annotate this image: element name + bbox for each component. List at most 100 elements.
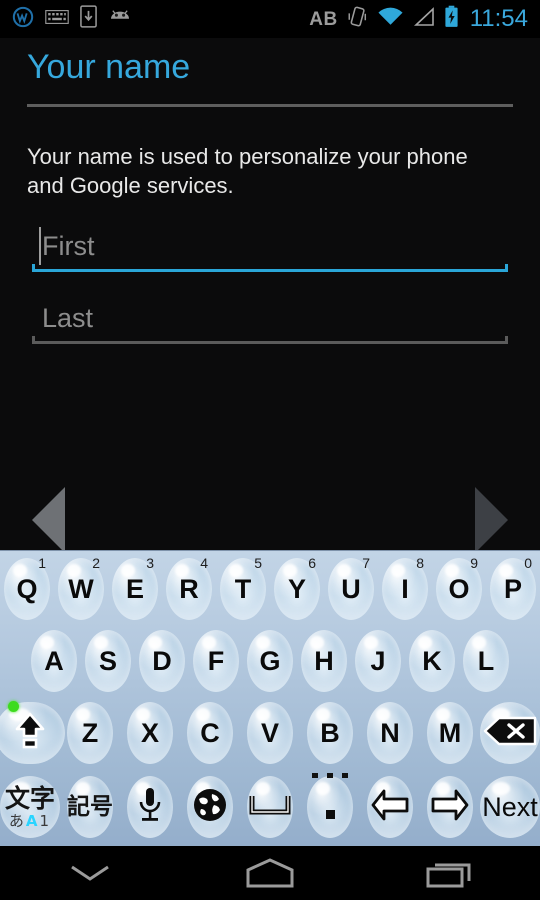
period-glyph xyxy=(325,809,335,819)
key-t[interactable]: 5T xyxy=(216,553,270,625)
wifi-icon xyxy=(377,7,404,32)
wikipedia-w-icon xyxy=(12,6,34,33)
key-label: U xyxy=(341,573,361,604)
key-r[interactable]: 4R xyxy=(162,553,216,625)
key-w[interactable]: 2W xyxy=(54,553,108,625)
keyboard-row-2: A S D F G H J K L xyxy=(0,625,540,697)
vibrate-icon xyxy=(347,6,368,33)
key-z[interactable]: Z xyxy=(60,697,120,769)
key-hint: 5 xyxy=(254,555,262,571)
row2-left-gap xyxy=(0,625,27,697)
key-label: M xyxy=(438,717,462,748)
period-key[interactable] xyxy=(300,769,360,845)
arrow-left-icon xyxy=(370,788,410,827)
recents-icon xyxy=(426,863,471,888)
signal-triangle-icon xyxy=(413,6,435,32)
input-mode-key[interactable]: 文字 あA1 xyxy=(0,769,60,845)
caps-lock-led-icon xyxy=(8,701,19,712)
key-h[interactable]: H xyxy=(297,625,351,697)
space-key[interactable] xyxy=(240,769,300,845)
key-label: N xyxy=(380,717,400,748)
key-q[interactable]: 1Q xyxy=(0,553,54,625)
key-i[interactable]: 8I xyxy=(378,553,432,625)
key-o[interactable]: 9O xyxy=(432,553,486,625)
next-button[interactable] xyxy=(475,487,508,553)
system-navigation-bar xyxy=(0,846,540,900)
key-x[interactable]: X xyxy=(120,697,180,769)
globe-language-icon xyxy=(192,787,228,828)
key-label: V xyxy=(260,717,279,748)
key-hint: 9 xyxy=(470,555,478,571)
shift-caps-lock-key[interactable] xyxy=(0,697,65,769)
page-title: Your name xyxy=(27,48,191,86)
key-n[interactable]: N xyxy=(360,697,420,769)
cursor-left-key[interactable] xyxy=(360,769,420,845)
key-y[interactable]: 6Y xyxy=(270,553,324,625)
key-label: W xyxy=(68,573,94,604)
action-next-key[interactable]: Next xyxy=(480,769,540,845)
key-label: B xyxy=(320,717,340,748)
key-m[interactable]: M xyxy=(420,697,480,769)
status-bar: AB 11:54 xyxy=(0,0,540,38)
status-bar-clock: 11:54 xyxy=(469,5,528,32)
key-g[interactable]: G xyxy=(243,625,297,697)
last-name-field-wrap[interactable]: Last xyxy=(32,295,508,344)
download-to-phone-icon xyxy=(80,5,97,33)
key-p[interactable]: 0P xyxy=(486,553,540,625)
keyboard-icon xyxy=(45,9,69,30)
key-label: P xyxy=(503,573,522,604)
software-keyboard[interactable]: 1Q 2W 3E 4R 5T 6Y 7U 8I 9O 0P A S D F G … xyxy=(0,550,540,846)
last-name-input[interactable]: Last xyxy=(32,295,508,341)
key-bubble xyxy=(307,776,353,838)
key-label: Z xyxy=(81,717,99,748)
first-name-input[interactable]: First xyxy=(32,223,508,269)
key-v[interactable]: V xyxy=(240,697,300,769)
key-f[interactable]: F xyxy=(189,625,243,697)
voice-input-key[interactable] xyxy=(120,769,180,845)
key-label: G xyxy=(259,645,281,676)
key-c[interactable]: C xyxy=(180,697,240,769)
key-hint: 3 xyxy=(146,555,154,571)
mode-kana: あ xyxy=(8,811,26,830)
last-name-placeholder: Last xyxy=(42,303,94,333)
hide-keyboard-button[interactable] xyxy=(0,846,180,900)
key-u[interactable]: 7U xyxy=(324,553,378,625)
key-hint: 4 xyxy=(200,555,208,571)
key-label: J xyxy=(370,645,386,676)
key-e[interactable]: 3E xyxy=(108,553,162,625)
action-next-label: Next xyxy=(482,791,538,822)
key-a[interactable]: A xyxy=(27,625,81,697)
key-hint: 0 xyxy=(524,555,532,571)
chevron-down-icon xyxy=(71,865,109,881)
key-l[interactable]: L xyxy=(459,625,513,697)
recents-button[interactable] xyxy=(360,846,540,900)
symbol-key[interactable]: 記号 xyxy=(60,769,120,845)
android-robot-icon xyxy=(108,8,132,31)
backspace-key[interactable] xyxy=(480,697,540,769)
key-label: K xyxy=(422,645,442,676)
language-switch-key[interactable] xyxy=(180,769,240,845)
cursor-right-key[interactable] xyxy=(420,769,480,845)
key-hint: 6 xyxy=(308,555,316,571)
title-divider xyxy=(27,104,513,107)
previous-button[interactable] xyxy=(32,487,65,553)
backspace-icon xyxy=(483,716,537,751)
key-d[interactable]: D xyxy=(135,625,189,697)
key-hint: 7 xyxy=(362,555,370,571)
key-s[interactable]: S xyxy=(81,625,135,697)
key-k[interactable]: K xyxy=(405,625,459,697)
key-label: T xyxy=(234,573,252,604)
keyboard-row-3: Z X C V B N M xyxy=(0,697,540,769)
key-label: S xyxy=(98,645,117,676)
mode-alpha-active: A xyxy=(25,811,40,830)
first-name-field-wrap[interactable]: First xyxy=(32,223,508,272)
key-label: E xyxy=(125,573,144,604)
key-label: Y xyxy=(287,573,306,604)
key-b[interactable]: B xyxy=(300,697,360,769)
home-icon xyxy=(246,858,294,888)
hint-mark xyxy=(312,773,318,778)
home-button[interactable] xyxy=(180,846,360,900)
key-j[interactable]: J xyxy=(351,625,405,697)
key-label: F xyxy=(207,645,225,676)
key-label: L xyxy=(477,645,495,676)
